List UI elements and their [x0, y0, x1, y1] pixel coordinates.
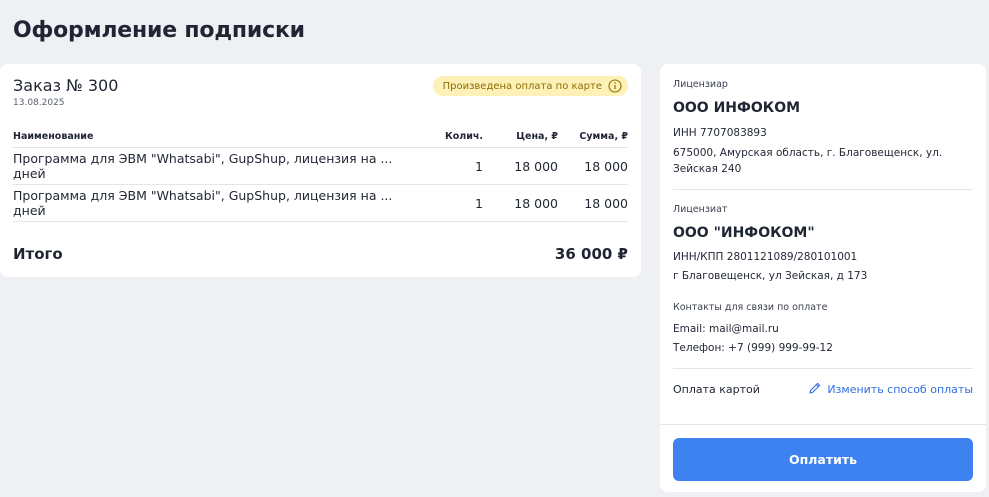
- payment-status-text: Произведена оплата по карте: [442, 80, 602, 92]
- order-header: Заказ № 300 13.08.2025: [13, 76, 118, 108]
- item-name: Программа для ЭВМ "Whatsabi", GupShup, л…: [13, 151, 393, 181]
- contact-phone: Телефон: +7 (999) 999-99-12: [673, 342, 833, 354]
- total-row: Итого 36 000 ₽: [13, 245, 628, 263]
- licensee-label: Лицензиат: [673, 204, 728, 215]
- item-price: 18 000: [514, 158, 558, 174]
- table-header: Наименование Колич. Цена, ₽ Сумма, ₽: [13, 126, 628, 148]
- licensor-inn: ИНН 7707083893: [673, 127, 767, 139]
- contacts-label: Контакты для связи по оплате: [673, 302, 828, 313]
- pay-button[interactable]: Оплатить: [673, 438, 973, 481]
- licensee-inn: ИНН/КПП 2801121089/280101001: [673, 251, 858, 263]
- column-name-header: Наименование: [13, 131, 94, 142]
- item-sum: 18 000: [584, 158, 628, 174]
- section-divider: [660, 424, 986, 425]
- info-icon[interactable]: [608, 79, 622, 93]
- contact-email: Email: mail@mail.ru: [673, 323, 779, 335]
- contacts-section: Контакты для связи по оплате Email: mail…: [673, 302, 973, 356]
- item-sum: 18 000: [584, 195, 628, 211]
- change-payment-method-link[interactable]: Изменить способ оплаты: [808, 381, 973, 398]
- item-name: Программа для ЭВМ "Whatsabi", GupShup, л…: [13, 188, 393, 218]
- total-label: Итого: [13, 245, 63, 263]
- item-qty: 1: [475, 158, 483, 174]
- licensor-label: Лицензиар: [673, 79, 728, 90]
- table-row: Программа для ЭВМ "Whatsabi", GupShup, л…: [13, 148, 628, 185]
- column-qty-header: Колич.: [444, 131, 483, 142]
- payment-method-row: Оплата картой Изменить способ оплаты: [673, 381, 973, 398]
- licensee-address: г Благовещенск, ул Зейская, д 173: [673, 270, 868, 282]
- parties-card: Лицензиар ООО ИНФОКОМ ИНН 7707083893 675…: [660, 64, 986, 492]
- pencil-icon: [808, 381, 822, 398]
- change-payment-method-text: Изменить способ оплаты: [827, 383, 973, 396]
- column-sum-header: Сумма, ₽: [579, 131, 628, 142]
- order-date: 13.08.2025: [13, 98, 65, 108]
- order-title: Заказ № 300: [13, 76, 119, 95]
- licensee-name: ООО "ИНФОКОМ": [673, 225, 815, 241]
- licensor-section: Лицензиар ООО ИНФОКОМ ИНН 7707083893 675…: [673, 79, 973, 177]
- licensee-section: Лицензиат ООО "ИНФОКОМ" ИНН/КПП 28011210…: [673, 204, 973, 284]
- page-title: Оформление подписки: [13, 18, 305, 43]
- section-divider: [673, 189, 973, 190]
- section-divider: [673, 368, 973, 369]
- order-card: Заказ № 300 13.08.2025 Произведена оплат…: [0, 64, 641, 277]
- licensor-name: ООО ИНФОКОМ: [673, 100, 801, 116]
- item-qty: 1: [475, 195, 483, 211]
- order-items-table: Наименование Колич. Цена, ₽ Сумма, ₽ Про…: [13, 126, 628, 222]
- payment-status-badge: Произведена оплата по карте: [432, 76, 628, 96]
- table-row: Программа для ЭВМ "Whatsabi", GupShup, л…: [13, 185, 628, 222]
- total-value: 36 000 ₽: [554, 245, 628, 263]
- column-price-header: Цена, ₽: [516, 131, 558, 142]
- payment-method-label: Оплата картой: [673, 383, 760, 396]
- licensor-address: 675000, Амурская область, г. Благовещенс…: [673, 147, 943, 175]
- item-price: 18 000: [514, 195, 558, 211]
